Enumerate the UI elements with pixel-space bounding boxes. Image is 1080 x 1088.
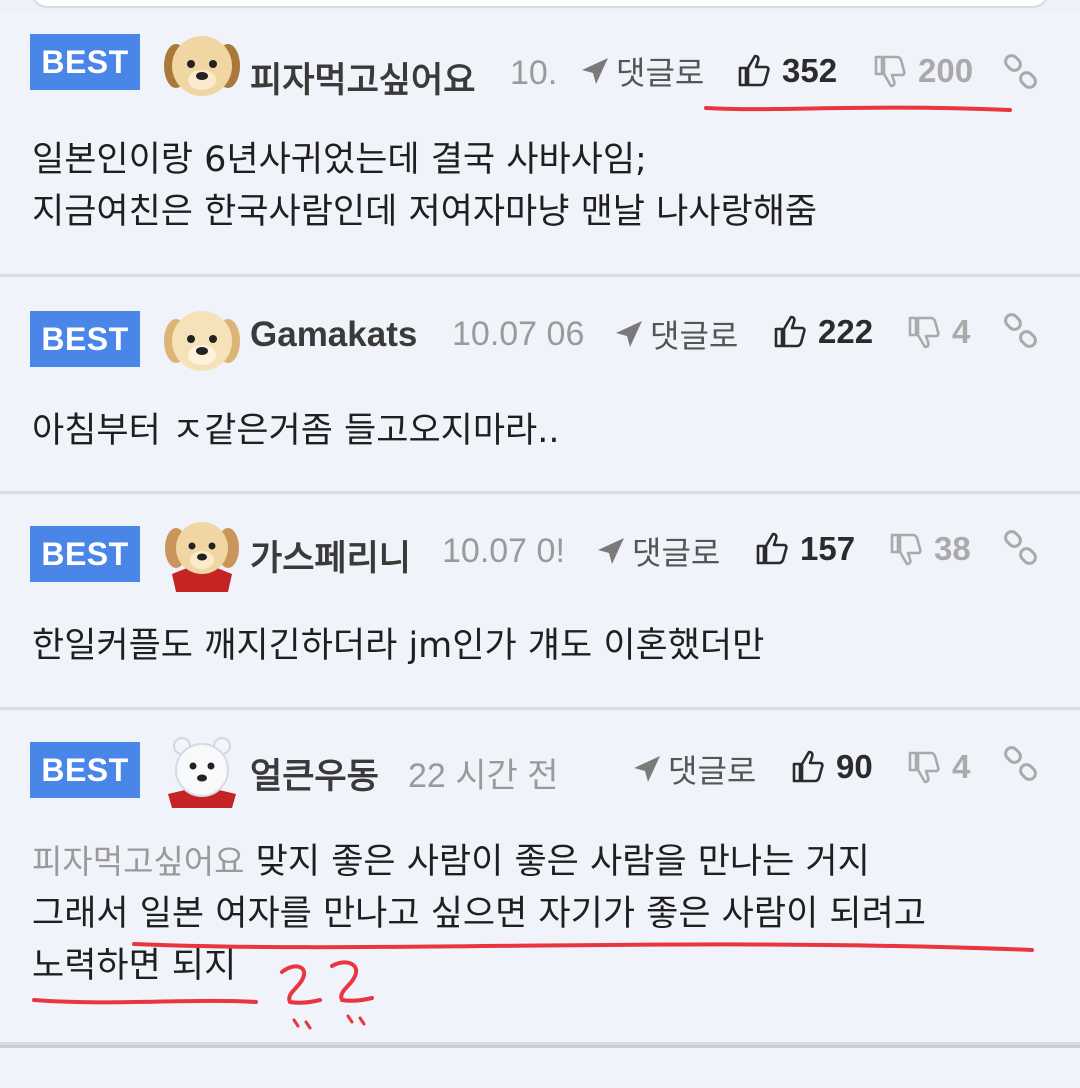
thumbs-down-icon — [874, 55, 906, 88]
best-badge: BEST — [30, 742, 140, 798]
comment-body: 피자먹고싶어요 맞지 좋은 사람이 좋은 사람을 만나는 거지 그래서 일본 여… — [32, 836, 1050, 992]
comment-item: BEST 얼큰우동 22 시간 전 댓글로 90 4 피자먹고싶어요 맞지 좋은… — [0, 710, 1080, 1045]
thumbs-up-icon — [756, 532, 788, 565]
dislike-button[interactable]: 4 — [906, 313, 970, 351]
comment-timestamp: 10.07 06 — [452, 315, 585, 353]
share-link-icon[interactable] — [1002, 313, 1040, 351]
reply-label: 댓글로 — [668, 752, 757, 790]
like-count: 90 — [836, 748, 873, 785]
reply-button[interactable]: 댓글로 — [614, 311, 738, 357]
comment-header: BEST Gamakats 10.07 06 댓글로 222 4 — [0, 277, 1080, 377]
comment-body: 일본인이랑 6년사귀었는데 결국 사바사임; 지금여친은 한국사람인데 저여자마… — [32, 134, 1050, 238]
comment-text-line: 노력하면 되지 — [32, 946, 237, 986]
reply-mention[interactable]: 피자먹고싶어요 — [32, 842, 245, 881]
puppy-avatar-icon[interactable] — [162, 26, 242, 106]
share-link-icon[interactable] — [1002, 746, 1040, 784]
dislike-count: 38 — [934, 530, 971, 567]
dislike-count: 200 — [918, 52, 974, 89]
share-link-icon[interactable] — [1002, 54, 1040, 92]
like-button[interactable]: 352 — [736, 52, 837, 90]
thumbs-down-icon — [908, 751, 940, 784]
like-count: 157 — [800, 530, 856, 567]
polar-bear-avatar-icon[interactable] — [162, 732, 242, 812]
comment-text-line: 일본인이랑 6년사귀었는데 결국 사바사임; — [32, 140, 647, 180]
reply-button[interactable]: 댓글로 — [632, 746, 756, 792]
previous-card-edge — [30, 0, 1050, 8]
comment-body: 한일커플도 깨지긴하더라 jm인가 걔도 이혼했더만 — [32, 620, 1050, 672]
comment-text-line: 그래서 일본 여자를 만나고 싶으면 자기가 좋은 사람이 되려고 — [32, 894, 927, 934]
comment-text-line: 지금여친은 한국사람인데 저여자마냥 맨날 나사랑해줌 — [32, 192, 818, 232]
comment-timestamp: 22 시간 전 — [408, 757, 559, 795]
best-badge: BEST — [30, 311, 140, 367]
reply-button[interactable]: 댓글로 — [596, 528, 720, 574]
thumbs-up-icon — [738, 54, 770, 87]
send-arrow-icon — [598, 538, 624, 564]
comment-username[interactable]: 가스페리니 — [250, 530, 411, 581]
comment-item: BEST 가스페리니 10.07 0! 댓글로 157 38 한일커플도 깨지긴… — [0, 494, 1080, 710]
comment-header: BEST 피자먹고싶어요 10. 댓글로 352 200 — [0, 12, 1080, 112]
comment-timestamp: 10. — [510, 54, 558, 92]
thumbs-up-icon — [792, 750, 824, 783]
comment-text-line: 한일커플도 깨지긴하더라 jm인가 걔도 이혼했더만 — [32, 626, 765, 666]
best-badge: BEST — [30, 526, 140, 582]
thumbs-down-icon — [908, 316, 940, 349]
next-comment-peek — [0, 1045, 1080, 1088]
comment-item: BEST 피자먹고싶어요 10. 댓글로 352 200 일본인이랑 6년사귀었… — [0, 12, 1080, 277]
comment-text: 맞지 좋은 사람이 좋은 사람을 만나는 거지 — [255, 842, 870, 882]
comment-header: BEST 가스페리니 10.07 0! 댓글로 157 38 — [0, 494, 1080, 594]
thumbs-down-icon — [890, 533, 922, 566]
comment-username[interactable]: 얼큰우동 — [250, 748, 379, 799]
dislike-count: 4 — [952, 748, 971, 785]
like-button[interactable]: 90 — [790, 748, 873, 786]
thumbs-up-icon — [774, 315, 806, 348]
reply-label: 댓글로 — [616, 54, 705, 92]
comment-header: BEST 얼큰우동 22 시간 전 댓글로 90 4 — [0, 710, 1080, 810]
reply-label: 댓글로 — [632, 534, 721, 572]
like-count: 222 — [818, 313, 874, 350]
send-arrow-icon — [616, 321, 642, 347]
like-count: 352 — [782, 52, 838, 89]
dislike-button[interactable]: 200 — [872, 52, 973, 90]
comment-body: 아침부터 ㅈ같은거좀 들고오지마라.. — [32, 405, 1050, 457]
share-link-icon[interactable] — [1002, 530, 1040, 568]
comment-username[interactable]: 피자먹고싶어요 — [250, 52, 475, 103]
comment-text-line: 피자먹고싶어요 맞지 좋은 사람이 좋은 사람을 만나는 거지 — [32, 836, 1050, 888]
reply-label: 댓글로 — [650, 317, 739, 355]
send-arrow-icon — [582, 58, 608, 84]
puppy-avatar-icon[interactable] — [162, 301, 242, 381]
comment-timestamp: 10.07 0! — [442, 532, 565, 570]
comment-text-line: 아침부터 ㅈ같은거좀 들고오지마라.. — [32, 411, 560, 451]
like-button[interactable]: 157 — [754, 530, 855, 568]
send-arrow-icon — [634, 756, 660, 782]
puppy-cape-avatar-icon[interactable] — [162, 514, 242, 594]
dislike-button[interactable]: 38 — [888, 530, 971, 568]
dislike-count: 4 — [952, 313, 971, 350]
best-badge: BEST — [30, 34, 140, 90]
reply-button[interactable]: 댓글로 — [580, 48, 704, 94]
comment-item: BEST Gamakats 10.07 06 댓글로 222 4 아침부터 ㅈ같… — [0, 277, 1080, 494]
comment-username[interactable]: Gamakats — [250, 315, 417, 355]
dislike-button[interactable]: 4 — [906, 748, 970, 786]
like-button[interactable]: 222 — [772, 313, 873, 351]
